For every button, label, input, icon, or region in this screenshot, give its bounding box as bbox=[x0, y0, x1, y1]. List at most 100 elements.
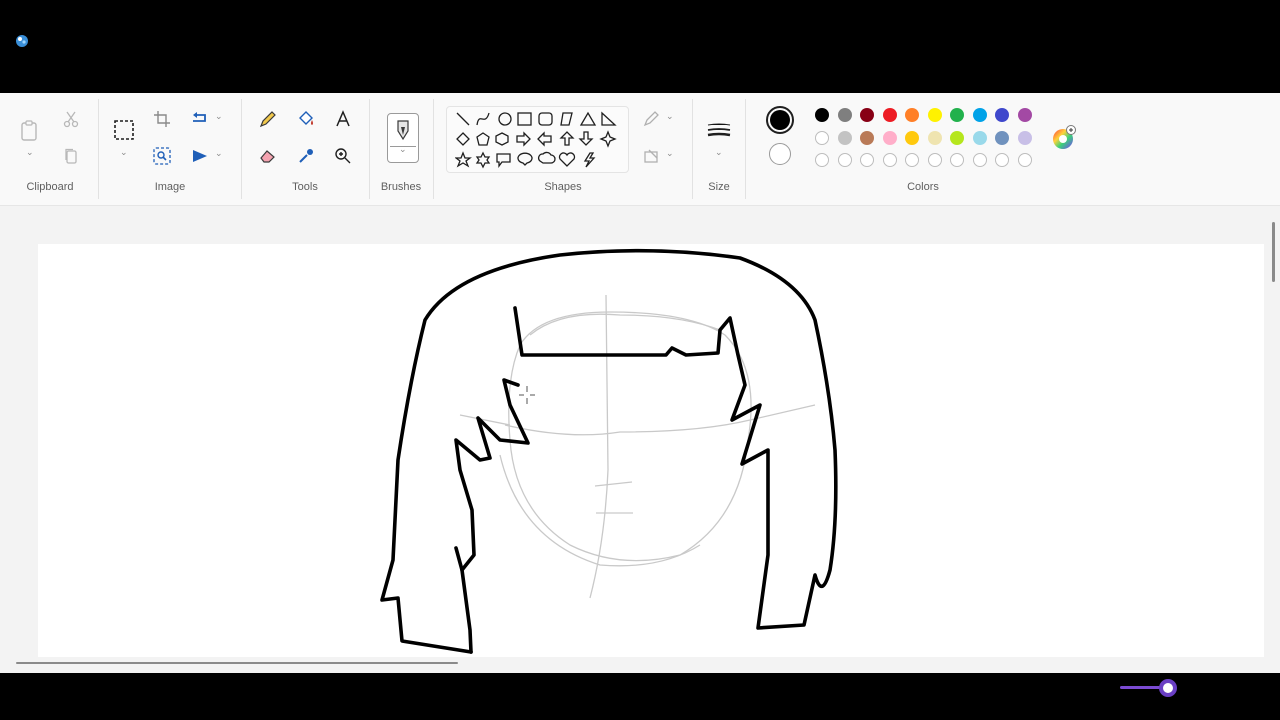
drawing-canvas[interactable] bbox=[38, 244, 1264, 657]
color-swatch[interactable] bbox=[972, 130, 987, 145]
zoom-slider-thumb[interactable] bbox=[1159, 679, 1177, 697]
color-swatch[interactable] bbox=[950, 130, 964, 145]
text-icon[interactable] bbox=[329, 105, 357, 133]
empty-color-swatch[interactable] bbox=[882, 153, 897, 167]
right-triangle-shape-icon[interactable] bbox=[601, 111, 617, 126]
hair-outline bbox=[380, 248, 838, 654]
paste-icon[interactable] bbox=[15, 117, 43, 145]
color-swatch[interactable] bbox=[927, 130, 942, 145]
empty-color-swatch[interactable] bbox=[950, 153, 964, 167]
color-swatch[interactable] bbox=[815, 130, 829, 145]
down-arrow-shape-icon[interactable] bbox=[578, 131, 594, 146]
rounded-callout-shape-icon[interactable] bbox=[496, 153, 511, 168]
flip-icon[interactable] bbox=[186, 142, 214, 170]
divider bbox=[433, 99, 434, 199]
empty-color-swatch[interactable] bbox=[905, 153, 919, 167]
left-arrow-shape-icon[interactable] bbox=[537, 131, 552, 147]
eraser-icon[interactable] bbox=[254, 142, 282, 170]
polygon-shape-icon[interactable] bbox=[560, 112, 573, 126]
four-point-star-shape-icon[interactable] bbox=[599, 130, 617, 148]
horizontal-scrollbar[interactable] bbox=[16, 662, 458, 664]
hexagon-shape-icon[interactable] bbox=[495, 132, 509, 146]
shape-fill-chevron-down-icon[interactable]: ⌄ bbox=[666, 148, 674, 159]
empty-color-swatch[interactable] bbox=[995, 153, 1009, 167]
rotate-icon[interactable] bbox=[186, 105, 214, 133]
fill-icon[interactable] bbox=[292, 105, 320, 133]
color-swatch[interactable] bbox=[882, 130, 897, 145]
empty-color-swatch[interactable] bbox=[860, 153, 874, 167]
color-swatch[interactable] bbox=[972, 108, 987, 122]
select-icon[interactable] bbox=[110, 116, 138, 144]
group-label-clipboard: Clipboard bbox=[26, 181, 74, 193]
brushes-chevron-down-icon[interactable]: ⌄ bbox=[399, 144, 407, 155]
color-swatch[interactable] bbox=[1017, 108, 1032, 122]
color-picker-icon[interactable] bbox=[292, 142, 320, 170]
outline-icon[interactable] bbox=[638, 105, 666, 133]
six-point-star-shape-icon[interactable] bbox=[475, 151, 491, 169]
secondary-color[interactable] bbox=[769, 143, 791, 165]
lightning-shape-icon[interactable] bbox=[583, 152, 596, 168]
diamond-shape-icon[interactable] bbox=[456, 132, 470, 146]
title-bar bbox=[0, 0, 1280, 93]
color-swatch[interactable] bbox=[882, 108, 897, 122]
color-swatch[interactable] bbox=[860, 130, 874, 145]
oval-callout-shape-icon[interactable] bbox=[517, 152, 533, 166]
empty-color-swatch[interactable] bbox=[837, 153, 852, 167]
copy-icon[interactable] bbox=[57, 142, 85, 170]
rectangle-shape-icon[interactable] bbox=[517, 112, 532, 126]
group-label-size: Size bbox=[708, 181, 730, 193]
color-swatch[interactable] bbox=[837, 108, 852, 122]
divider bbox=[745, 99, 746, 199]
color-swatch[interactable] bbox=[995, 130, 1009, 145]
paint-app-icon[interactable] bbox=[14, 33, 30, 49]
group-label-brushes: Brushes bbox=[380, 181, 422, 193]
paste-chevron-down-icon[interactable]: ⌄ bbox=[26, 147, 34, 158]
color-swatch[interactable] bbox=[815, 108, 829, 122]
magnifier-icon[interactable] bbox=[329, 142, 357, 170]
shape-fill-icon[interactable] bbox=[638, 142, 666, 170]
color-swatch[interactable] bbox=[905, 108, 919, 122]
vertical-scrollbar[interactable] bbox=[1272, 222, 1275, 282]
empty-color-swatch[interactable] bbox=[972, 153, 987, 167]
triangle-shape-icon[interactable] bbox=[579, 111, 597, 126]
oval-shape-icon[interactable] bbox=[498, 112, 512, 126]
line-shape-icon[interactable] bbox=[456, 112, 470, 126]
empty-color-swatch[interactable] bbox=[927, 153, 942, 167]
stroke-size-icon[interactable] bbox=[705, 116, 733, 144]
primary-color[interactable] bbox=[766, 106, 794, 134]
flip-chevron-down-icon[interactable]: ⌄ bbox=[215, 148, 223, 159]
empty-color-swatch[interactable] bbox=[1017, 153, 1032, 167]
rotate-chevron-down-icon[interactable]: ⌄ bbox=[215, 111, 223, 122]
pencil-icon[interactable] bbox=[254, 105, 282, 133]
color-swatch[interactable] bbox=[1017, 130, 1032, 145]
up-arrow-shape-icon[interactable] bbox=[559, 131, 575, 146]
color-swatch[interactable] bbox=[837, 130, 852, 145]
image-search-icon[interactable] bbox=[148, 142, 176, 170]
empty-color-swatch[interactable] bbox=[815, 153, 829, 167]
color-swatch[interactable] bbox=[950, 108, 964, 122]
curve-shape-icon[interactable] bbox=[476, 112, 490, 126]
shapes-gallery bbox=[446, 106, 629, 173]
outline-chevron-down-icon[interactable]: ⌄ bbox=[666, 111, 674, 122]
color-swatch[interactable] bbox=[995, 108, 1009, 122]
cloud-callout-shape-icon[interactable] bbox=[538, 151, 556, 164]
divider bbox=[369, 99, 370, 199]
right-arrow-shape-icon[interactable] bbox=[516, 131, 531, 147]
crop-icon[interactable] bbox=[148, 105, 176, 133]
size-chevron-down-icon[interactable]: ⌄ bbox=[715, 147, 723, 158]
brushes-button[interactable]: ⌄ bbox=[387, 113, 419, 163]
divider bbox=[98, 99, 99, 199]
ribbon-toolbar: ⌄ Clipboard ⌄ ⌄ ⌄ Image Tools ⌄ Brushes … bbox=[0, 93, 1280, 206]
color-swatch[interactable] bbox=[927, 108, 942, 122]
cut-icon[interactable] bbox=[57, 105, 85, 133]
five-point-star-shape-icon[interactable] bbox=[455, 151, 472, 168]
color-swatch[interactable] bbox=[860, 108, 874, 122]
heart-shape-icon[interactable] bbox=[558, 152, 576, 167]
color-swatch[interactable] bbox=[905, 130, 919, 145]
rounded-rectangle-shape-icon[interactable] bbox=[538, 112, 553, 126]
pentagon-shape-icon[interactable] bbox=[476, 132, 490, 146]
brush-icon bbox=[397, 120, 409, 141]
select-chevron-down-icon[interactable]: ⌄ bbox=[120, 147, 128, 158]
canvas-drawing bbox=[380, 248, 838, 654]
edit-colors-icon[interactable] bbox=[1050, 124, 1078, 152]
